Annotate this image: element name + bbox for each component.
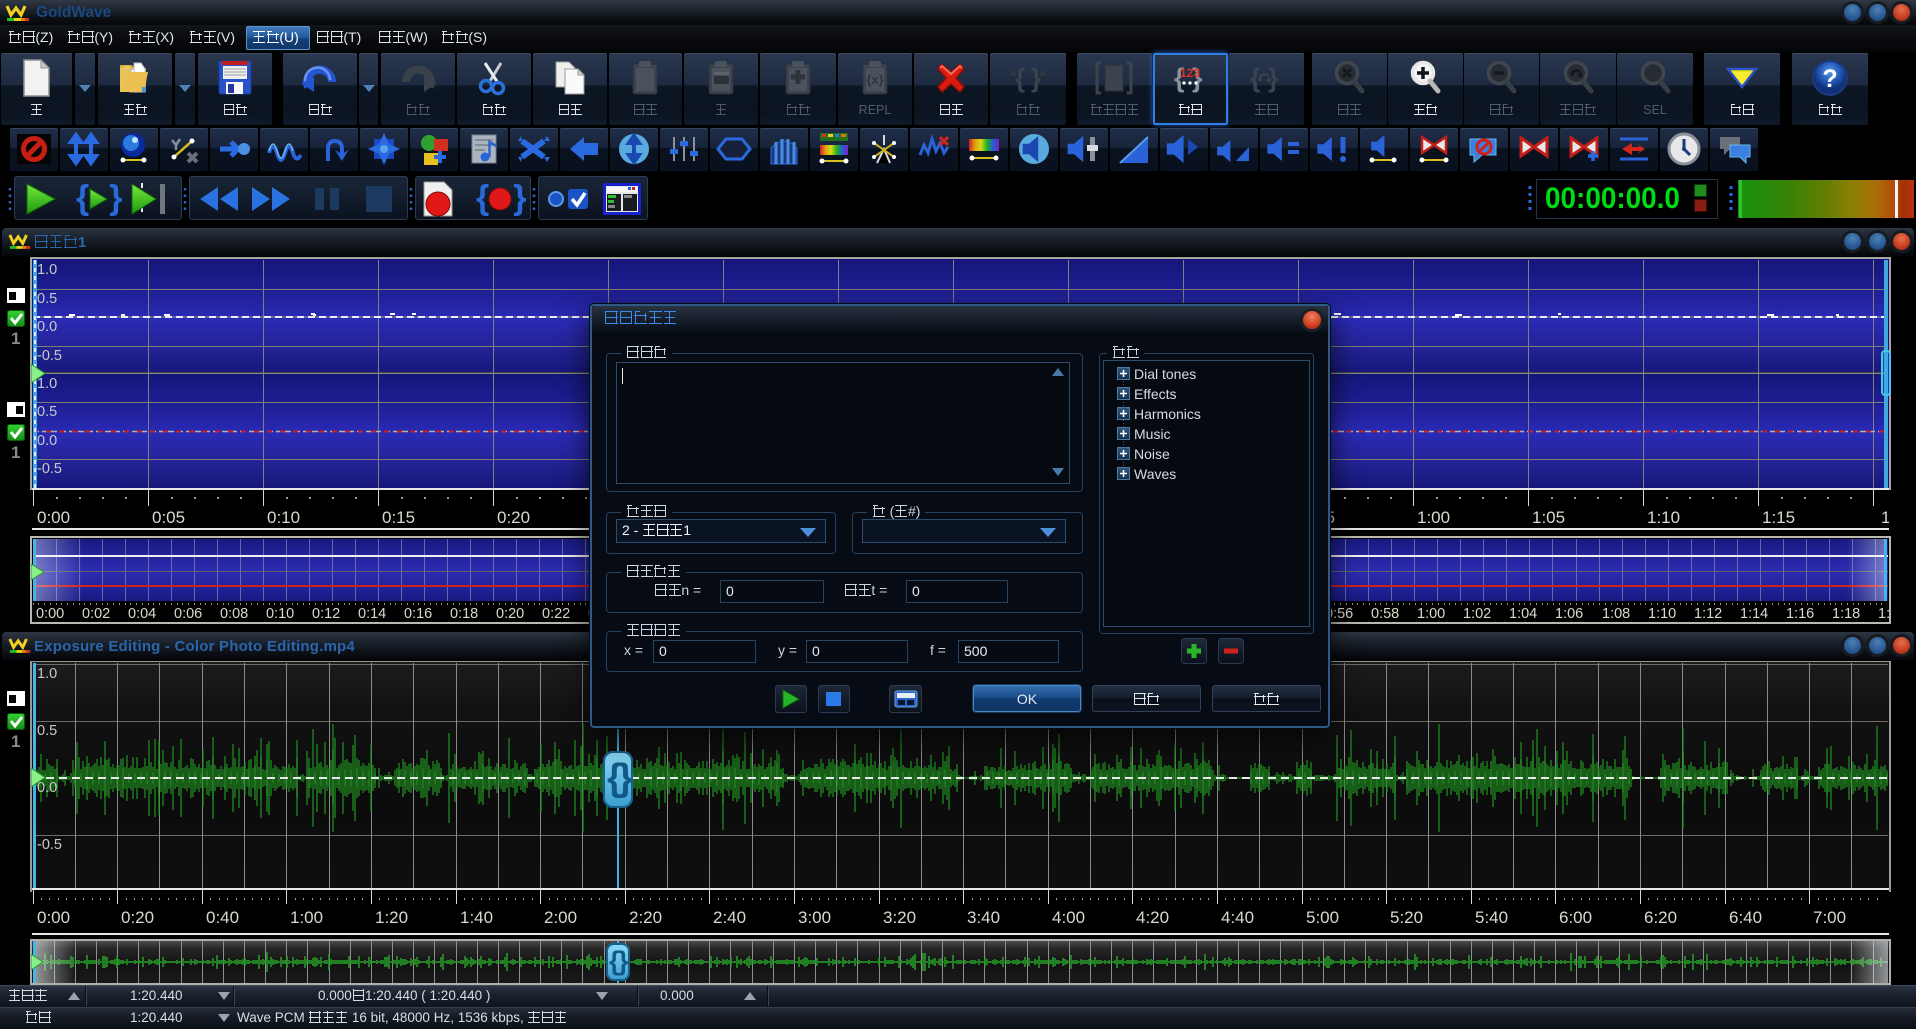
svg-text:{: { <box>1015 63 1025 93</box>
svg-text:123: 123 <box>1180 66 1200 80</box>
svg-text:?: ? <box>1822 65 1837 93</box>
svg-text:{x}: {x} <box>866 72 883 87</box>
svg-text:}: } <box>1031 63 1041 93</box>
svg-text:}: } <box>1268 63 1279 93</box>
